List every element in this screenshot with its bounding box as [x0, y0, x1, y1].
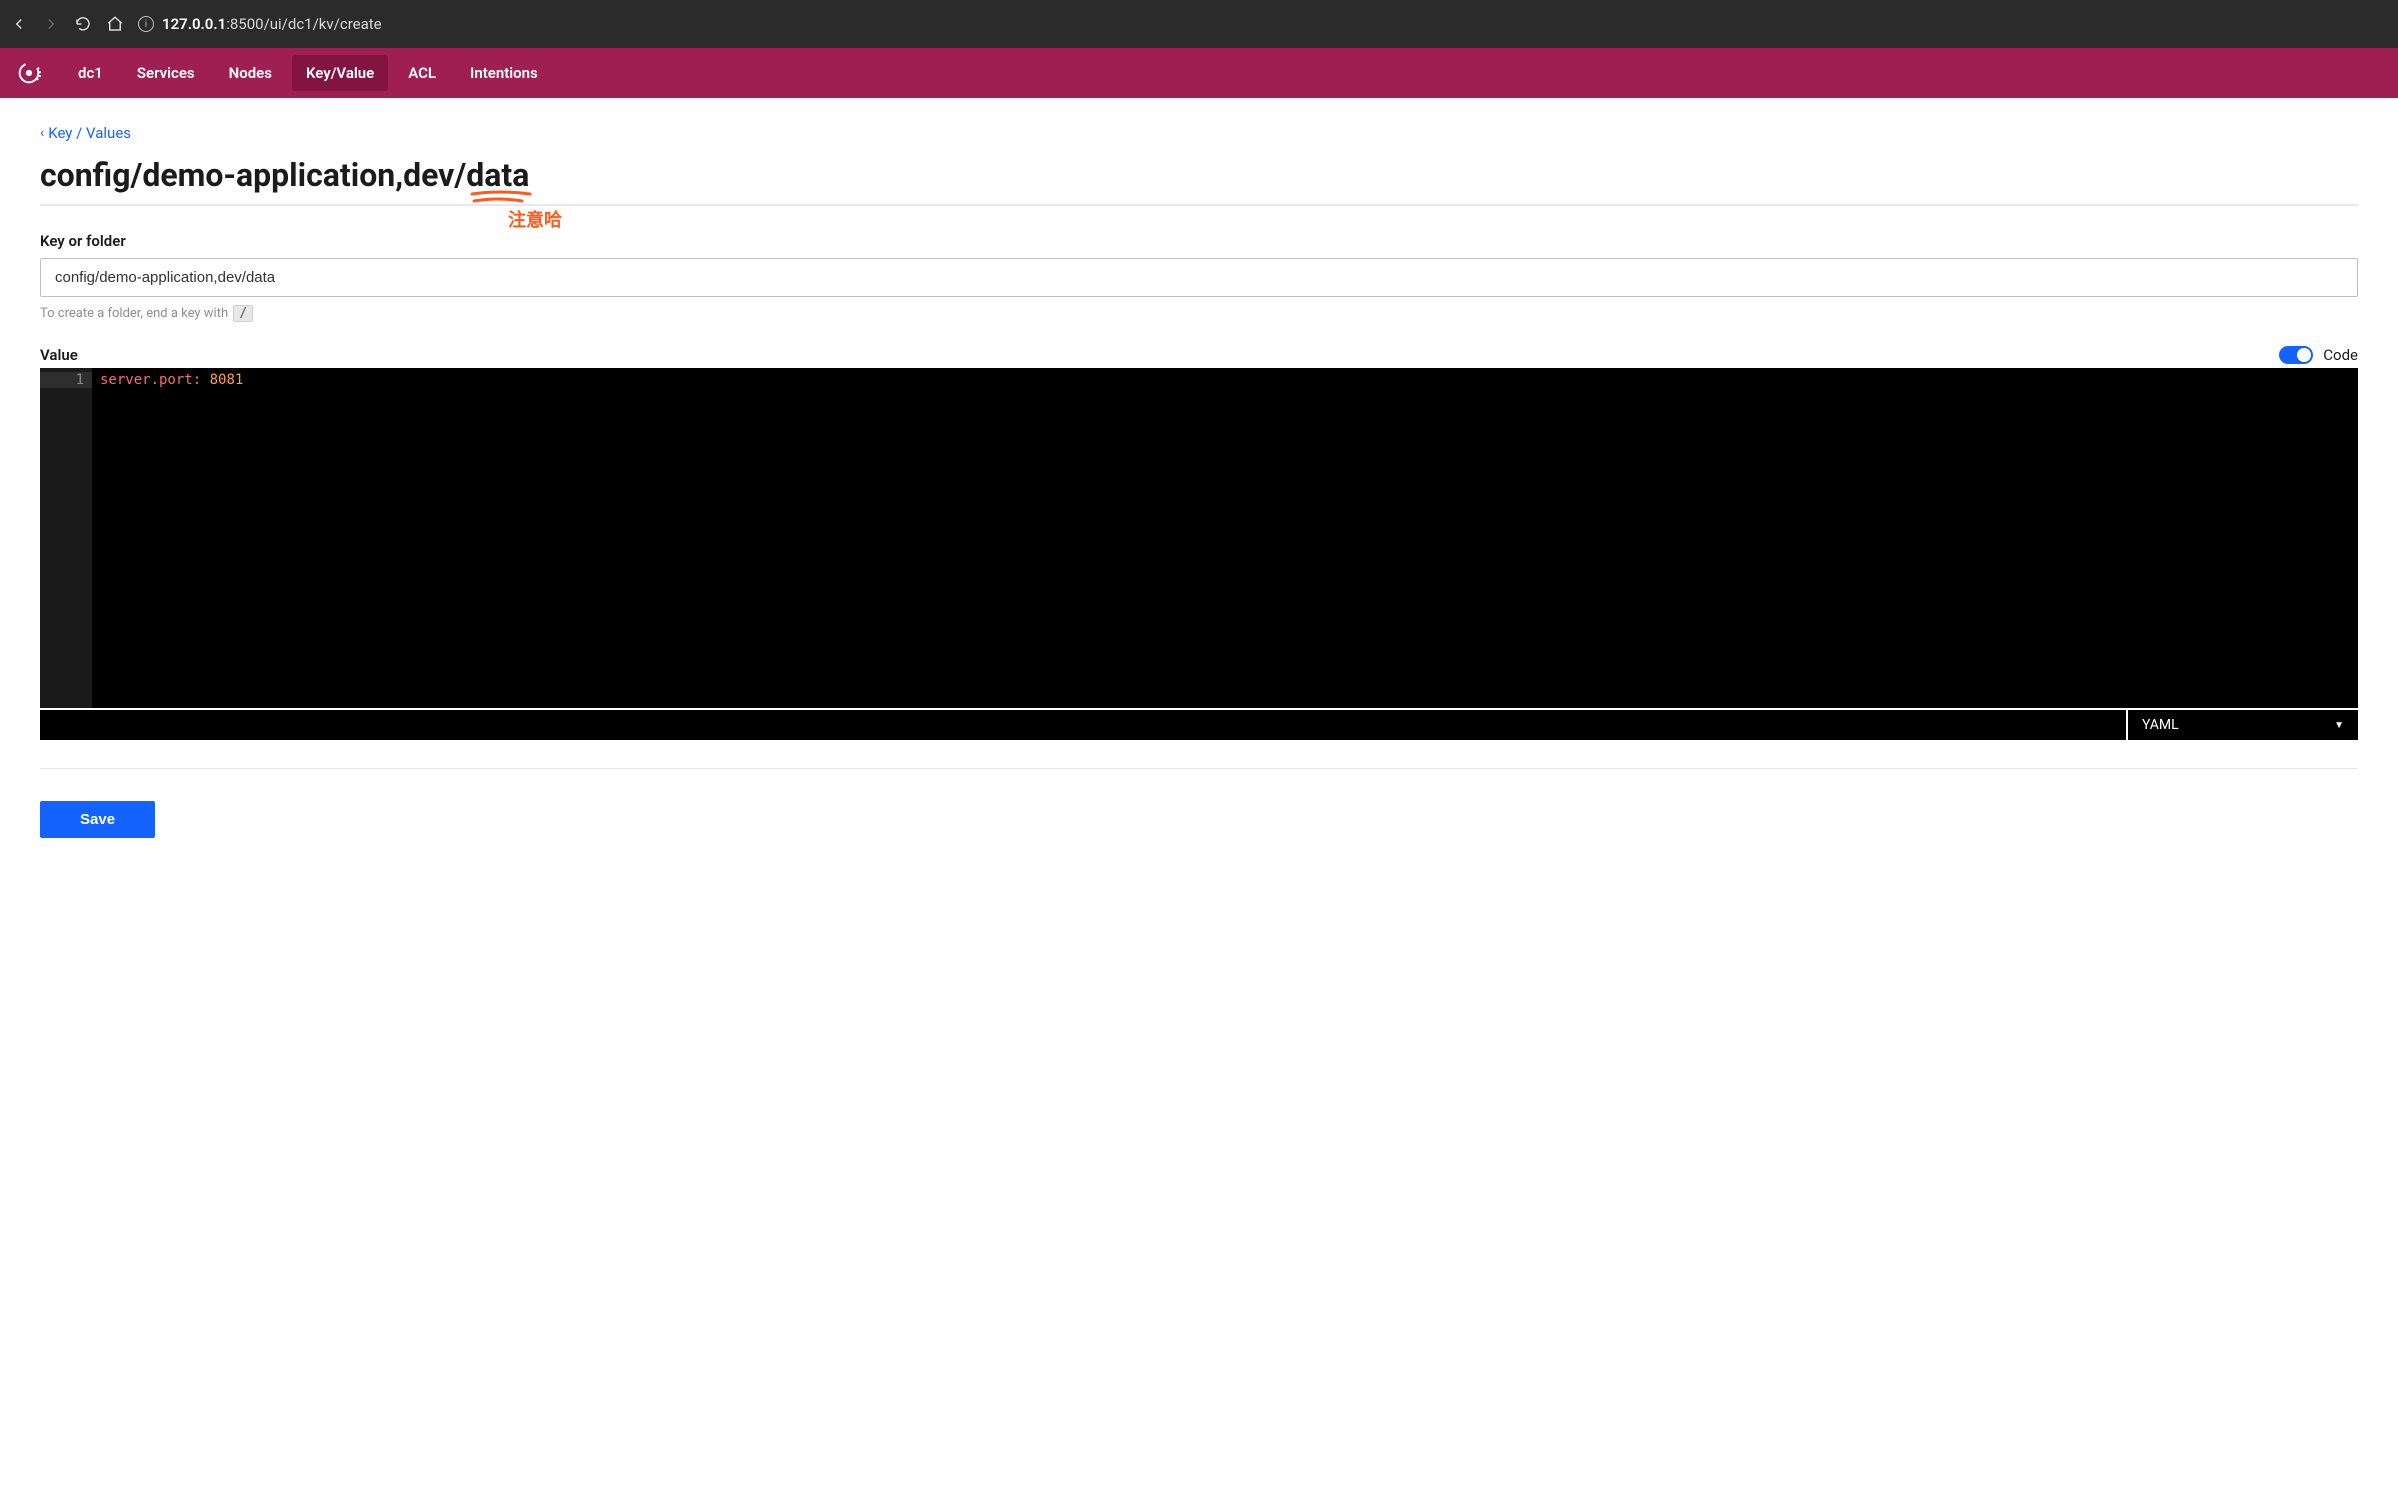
code-toggle-label: Code	[2323, 346, 2358, 364]
info-icon: i	[138, 16, 154, 32]
code-editor[interactable]: 1 server.port: 8081	[40, 368, 2358, 708]
chevron-down-icon: ▼	[2334, 720, 2344, 731]
key-hint: To create a folder, end a key with /	[40, 305, 2358, 322]
page-title: config/demo-application,dev/data 注意哈	[40, 156, 2358, 206]
consul-nav: dc1 Services Nodes Key/Value ACL Intenti…	[0, 48, 2398, 98]
format-select[interactable]: YAML ▼	[2128, 710, 2358, 740]
forward-icon[interactable]	[42, 15, 60, 33]
annotation-note: 注意哈	[508, 206, 562, 232]
nav-datacenter[interactable]: dc1	[64, 55, 117, 91]
key-input[interactable]	[40, 258, 2358, 297]
key-field-label: Key or folder	[40, 232, 2358, 250]
value-field-label: Value	[40, 346, 78, 364]
save-button[interactable]: Save	[40, 801, 155, 838]
format-spacer	[40, 710, 2128, 740]
home-icon[interactable]	[106, 15, 124, 33]
url-text: 127.0.0.1:8500/ui/dc1/kv/create	[162, 15, 382, 33]
url-bar[interactable]: i 127.0.0.1:8500/ui/dc1/kv/create	[138, 8, 2388, 40]
consul-logo-icon[interactable]	[14, 58, 44, 88]
divider	[40, 768, 2358, 769]
editor-format-bar: YAML ▼	[40, 708, 2358, 740]
reload-icon[interactable]	[74, 15, 92, 33]
chevron-left-icon: ‹	[40, 125, 44, 141]
breadcrumb-label: Key / Values	[48, 124, 131, 142]
browser-chrome: i 127.0.0.1:8500/ui/dc1/kv/create	[0, 0, 2398, 48]
editor-code[interactable]: server.port: 8081	[92, 368, 2358, 708]
nav-key-value[interactable]: Key/Value	[292, 55, 388, 91]
editor-gutter: 1	[40, 368, 92, 708]
nav-intentions[interactable]: Intentions	[456, 55, 552, 91]
code-toggle[interactable]	[2279, 346, 2313, 364]
nav-acl[interactable]: ACL	[394, 55, 450, 91]
breadcrumb[interactable]: ‹ Key / Values	[40, 124, 131, 142]
main-content: ‹ Key / Values config/demo-application,d…	[0, 98, 2398, 878]
nav-nodes[interactable]: Nodes	[215, 55, 286, 91]
format-select-value: YAML	[2142, 717, 2179, 733]
nav-services[interactable]: Services	[123, 55, 209, 91]
back-icon[interactable]	[10, 15, 28, 33]
